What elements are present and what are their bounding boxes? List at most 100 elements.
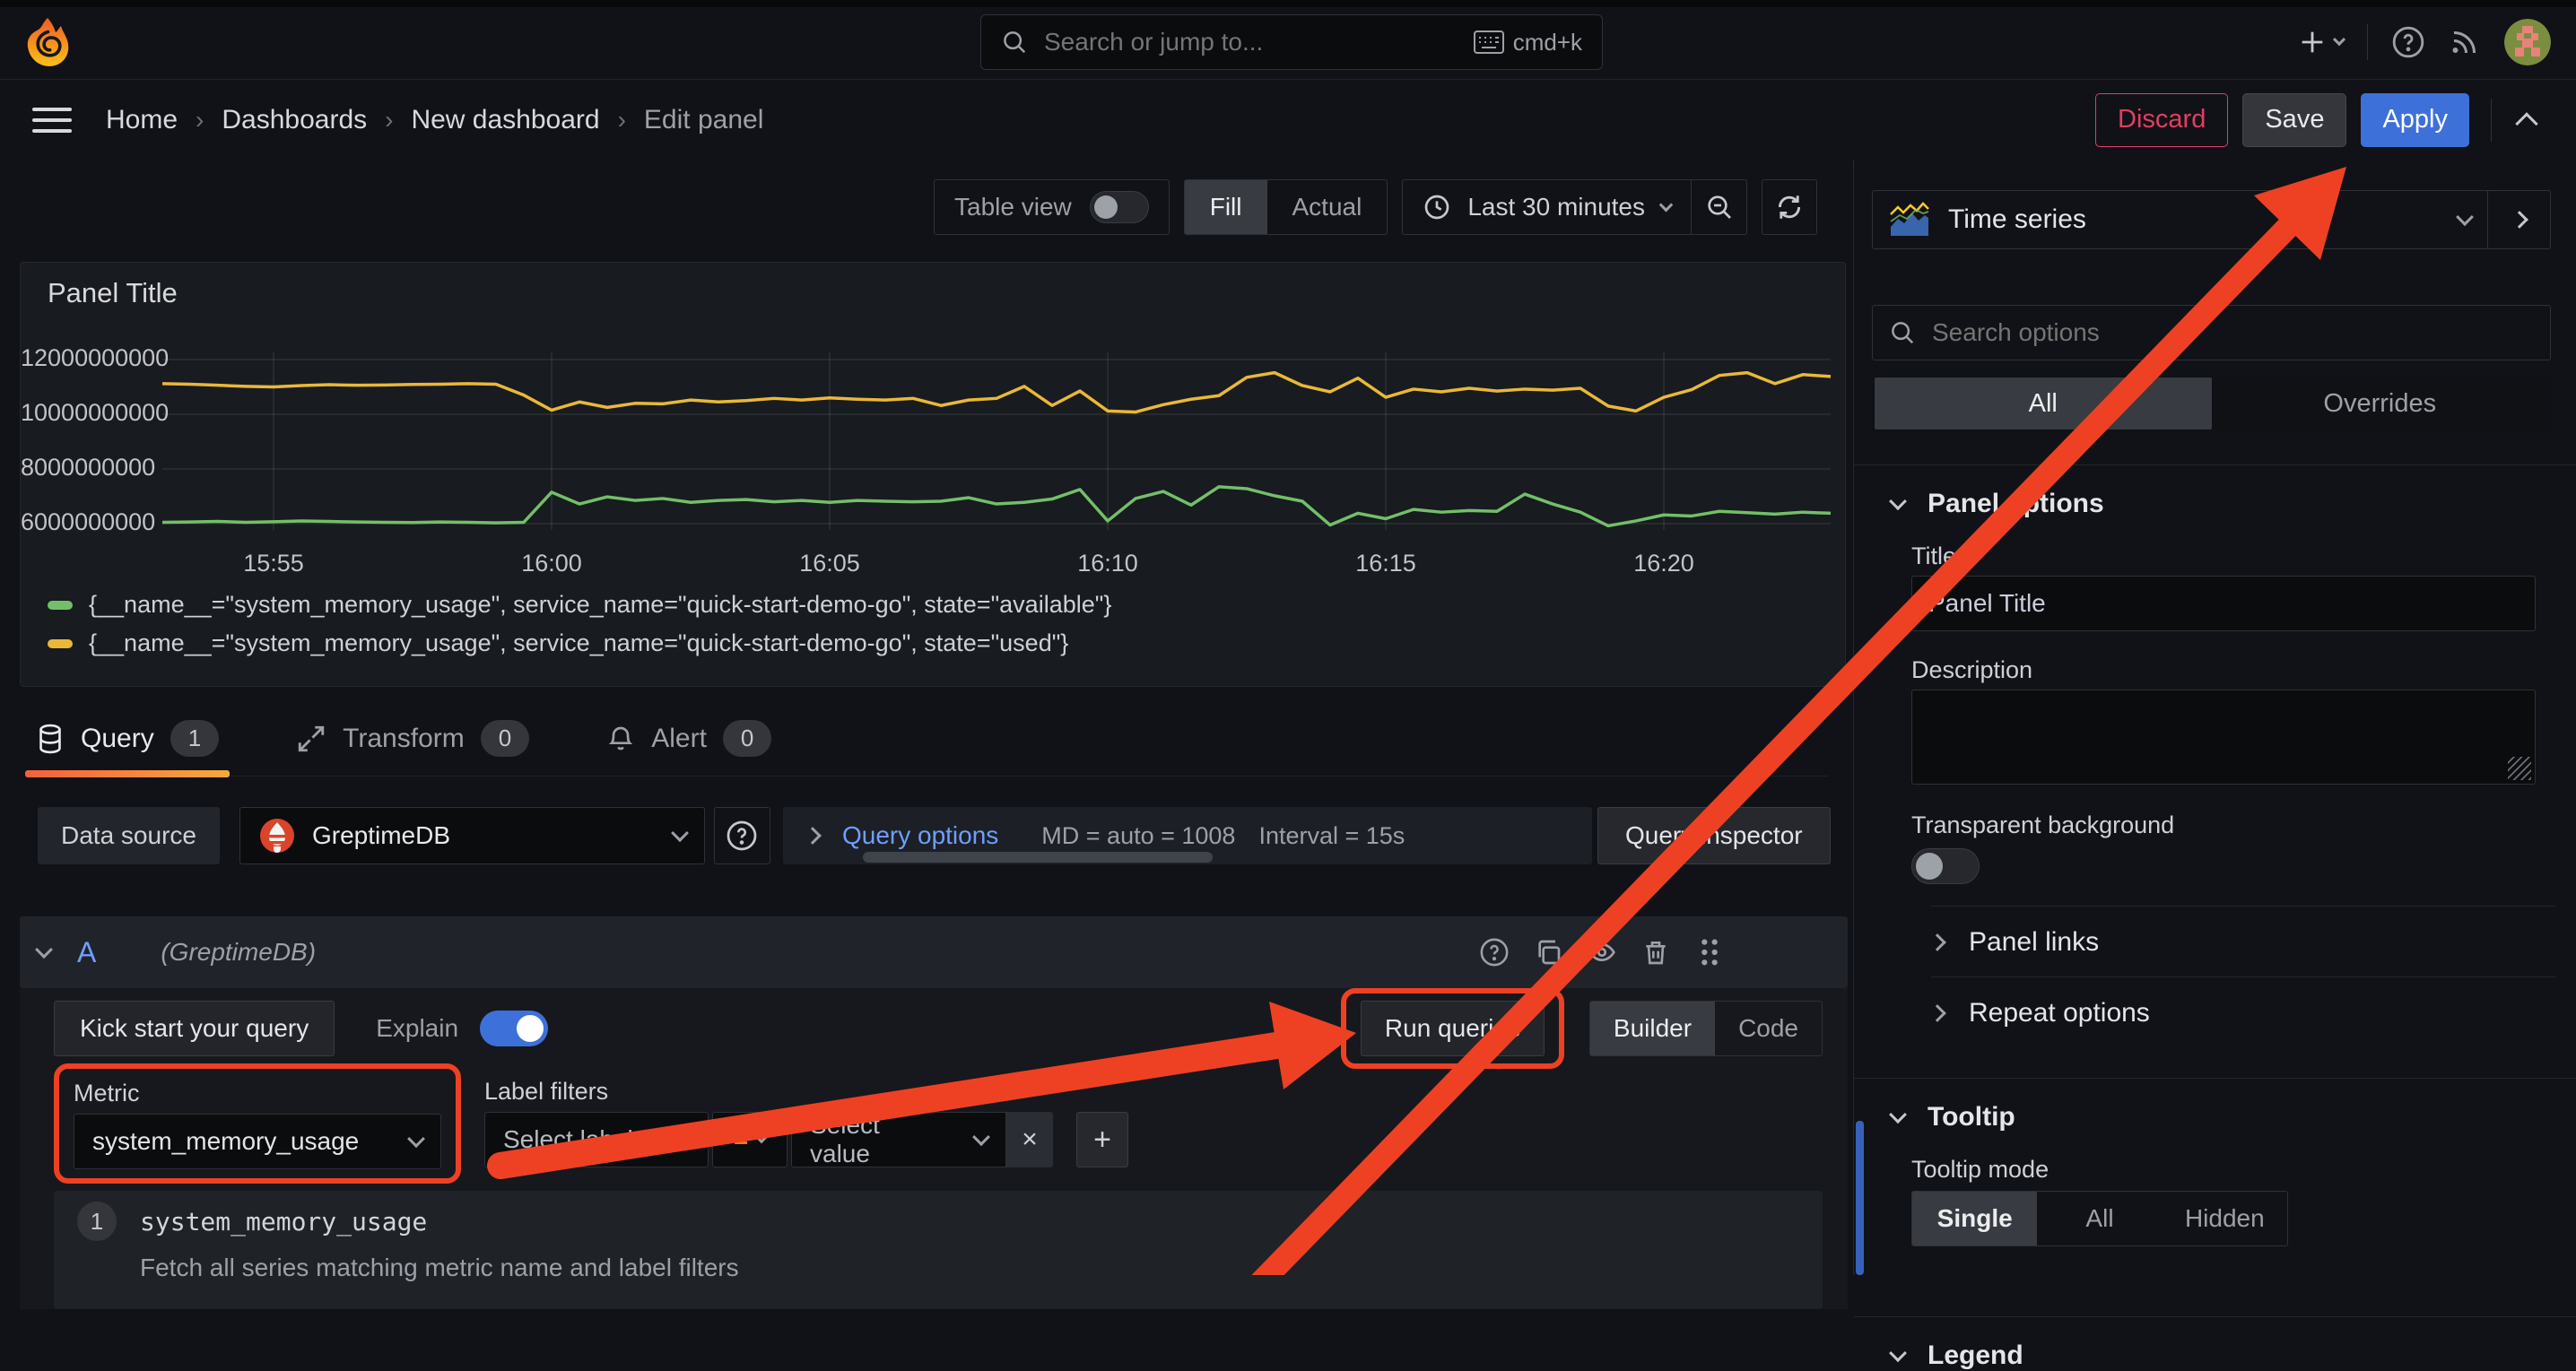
edit-panel-main: Table view Fill Actual Last 30 minutes P… [0, 160, 1853, 1275]
tooltip-mode-hidden[interactable]: Hidden [2163, 1192, 2287, 1245]
help-icon[interactable] [2391, 25, 2425, 59]
remove-filter-button[interactable]: × [1006, 1112, 1053, 1167]
transform-icon [296, 724, 326, 754]
duplicate-query-icon[interactable] [1528, 933, 1568, 972]
legend-item-available[interactable]: {__name__="system_memory_usage", service… [48, 591, 1111, 619]
chevron-right-icon [1928, 1004, 1946, 1022]
options-search-input[interactable] [1930, 317, 2534, 348]
tooltip-mode-all[interactable]: All [2037, 1192, 2162, 1245]
x-axis-tick-label: 16:10 [1045, 550, 1171, 577]
time-range-picker[interactable]: Last 30 minutes [1402, 179, 1692, 235]
collapse-header-icon[interactable] [2515, 112, 2537, 134]
fill-option[interactable]: Fill [1185, 180, 1267, 234]
actual-option[interactable]: Actual [1267, 180, 1388, 234]
visualization-picker-row: Time series [1872, 190, 2551, 249]
datasource-label: Data source [38, 807, 220, 864]
save-button[interactable]: Save [2242, 93, 2346, 147]
delete-query-icon[interactable] [1636, 933, 1675, 972]
collapse-options-button[interactable] [2487, 191, 2550, 248]
y-axis-tick-label: 6000000000 [21, 508, 148, 536]
tooltip-section: Tooltip Tooltip mode Single All Hidden [1854, 1078, 2576, 1268]
apply-button[interactable]: Apply [2361, 93, 2469, 147]
query-a-header[interactable]: A (GreptimeDB) [20, 916, 1848, 988]
legend-item-used[interactable]: {__name__="system_memory_usage", service… [48, 629, 1111, 657]
chart-legend: {__name__="system_memory_usage", service… [48, 591, 1111, 657]
add-filter-button[interactable]: + [1076, 1112, 1128, 1167]
zoom-out-time-button[interactable] [1692, 179, 1747, 235]
discard-button[interactable]: Discard [2095, 93, 2228, 147]
refresh-button[interactable] [1762, 179, 1817, 235]
tab-transform[interactable]: Transform 0 [291, 701, 535, 776]
select-value-dropdown[interactable]: Select value [791, 1112, 1006, 1167]
tab-all-options[interactable]: All [1875, 377, 2212, 430]
tab-query[interactable]: Query 1 [30, 701, 224, 776]
label-filters-label: Label filters [484, 1076, 1128, 1106]
chevron-down-icon [671, 824, 689, 842]
breadcrumb-separator: › [385, 106, 393, 134]
legend-header[interactable]: Legend [1892, 1341, 2551, 1371]
tab-overrides[interactable]: Overrides [2212, 377, 2549, 430]
visualization-picker[interactable]: Time series [1873, 191, 2487, 248]
menu-toggle-icon[interactable] [32, 108, 72, 133]
y-axis-tick-label: 12000000000 [21, 344, 148, 372]
run-queries-highlight-box: Run queries [1341, 988, 1564, 1069]
tooltip-header[interactable]: Tooltip [1892, 1102, 2551, 1132]
grafana-logo-icon[interactable] [23, 18, 72, 68]
panel-options-section: Panel options Title Description Transpar… [1854, 464, 2576, 1053]
alert-count-badge: 0 [723, 720, 771, 757]
breadcrumb: Home › Dashboards › New dashboard › Edit… [106, 105, 763, 135]
tooltip-mode-single[interactable]: Single [1912, 1192, 2037, 1245]
query-help-icon[interactable] [1475, 933, 1514, 972]
breadcrumb-home[interactable]: Home [106, 105, 178, 135]
panel-description-textarea[interactable] [1911, 690, 2536, 785]
add-new-button[interactable] [2297, 27, 2344, 57]
repeat-options-row[interactable]: Repeat options [1931, 995, 2551, 1031]
query-datasource-hint: (GreptimeDB) [161, 938, 316, 967]
global-search[interactable]: cmd+k [980, 14, 1603, 70]
interval: Interval = 15s [1258, 822, 1405, 850]
operator-dropdown[interactable]: = [712, 1112, 788, 1167]
query-ref-id: A [77, 936, 96, 969]
explain-toggle[interactable] [480, 1011, 548, 1046]
panel-resize-handle[interactable] [863, 852, 1213, 863]
breadcrumb-dashboards[interactable]: Dashboards [222, 105, 367, 135]
panel-links-row[interactable]: Panel links [1931, 924, 2551, 960]
code-option[interactable]: Code [1715, 1002, 1822, 1055]
explain-label: Explain [376, 1014, 458, 1043]
query-options-link[interactable]: Query options [842, 821, 998, 850]
tab-alert[interactable]: Alert 0 [601, 701, 777, 776]
metric-select[interactable]: system_memory_usage [74, 1114, 441, 1169]
actions-divider [2491, 99, 2492, 142]
chevron-down-icon [2456, 208, 2474, 226]
legend-color-available [48, 601, 73, 610]
transparent-background-toggle[interactable] [1911, 848, 1980, 884]
news-rss-icon[interactable] [2449, 26, 2481, 58]
collapse-query-icon[interactable] [35, 941, 53, 959]
scrollbar-thumb[interactable] [1856, 1121, 1864, 1275]
run-queries-button[interactable]: Run queries [1361, 1001, 1545, 1056]
hide-query-icon[interactable] [1582, 933, 1622, 972]
options-search[interactable] [1872, 305, 2551, 360]
description-field-label: Description [1911, 656, 2551, 684]
panel-options-header[interactable]: Panel options [1892, 489, 2551, 519]
query-inspector-button[interactable]: Query inspector [1597, 807, 1831, 864]
editor-tabs: Query 1 Transform 0 Alert 0 [30, 701, 1828, 777]
query-count-badge: 1 [170, 720, 219, 757]
select-label-dropdown[interactable]: Select label [484, 1112, 709, 1167]
panel-title-input[interactable] [1911, 576, 2536, 631]
datasource-help-button[interactable] [714, 807, 770, 864]
table-view-toggle[interactable] [1090, 191, 1149, 223]
breadcrumb-new-dashboard[interactable]: New dashboard [411, 105, 599, 135]
chevron-right-icon [2511, 211, 2528, 229]
bell-icon [606, 724, 635, 754]
search-input[interactable] [1042, 27, 1459, 57]
chevron-down-icon [407, 1130, 425, 1148]
metric-label: Metric [74, 1078, 441, 1108]
options-filter-tabs: All Overrides [1872, 375, 2551, 432]
kick-start-query-button[interactable]: Kick start your query [54, 1001, 335, 1056]
user-avatar[interactable] [2504, 19, 2551, 65]
drag-query-handle-icon[interactable] [1690, 933, 1729, 972]
datasource-picker[interactable]: GreptimeDB [239, 807, 705, 864]
chevron-down-icon [1889, 1344, 1907, 1362]
builder-option[interactable]: Builder [1590, 1002, 1715, 1055]
